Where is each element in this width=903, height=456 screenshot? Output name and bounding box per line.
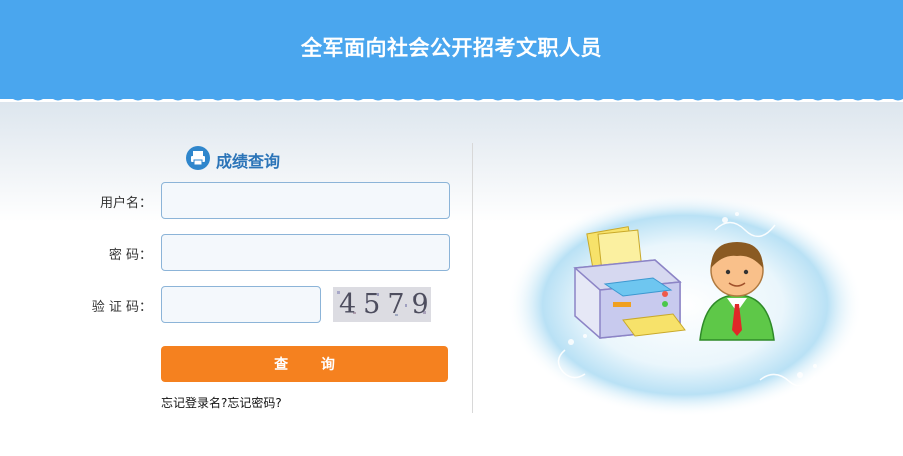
password-input[interactable] bbox=[161, 234, 450, 271]
page-title: 全军面向社会公开招考文职人员 bbox=[301, 36, 602, 60]
vertical-divider bbox=[472, 143, 473, 413]
forgot-password-link[interactable]: 忘记密码? bbox=[227, 396, 281, 410]
section-title: 成绩查询 bbox=[216, 152, 281, 171]
forgot-links: 忘记登录名?忘记密码? bbox=[161, 394, 282, 411]
captcha-label: 验 证 码： bbox=[91, 300, 152, 315]
page-header: 全军面向社会公开招考文职人员 bbox=[0, 0, 903, 99]
password-label: 密 码： bbox=[108, 248, 152, 263]
captcha-text: 4579 bbox=[339, 289, 431, 320]
forgot-username-link[interactable]: 忘记登录名? bbox=[161, 396, 227, 410]
query-button[interactable]: 查 询 bbox=[161, 346, 448, 382]
printer-icon bbox=[186, 146, 210, 170]
username-label: 用户名： bbox=[99, 196, 152, 211]
captcha-input[interactable] bbox=[161, 286, 321, 323]
captcha-image[interactable]: 4579 bbox=[333, 287, 431, 322]
printer-user-illustration bbox=[507, 193, 863, 417]
username-input[interactable] bbox=[161, 182, 450, 219]
